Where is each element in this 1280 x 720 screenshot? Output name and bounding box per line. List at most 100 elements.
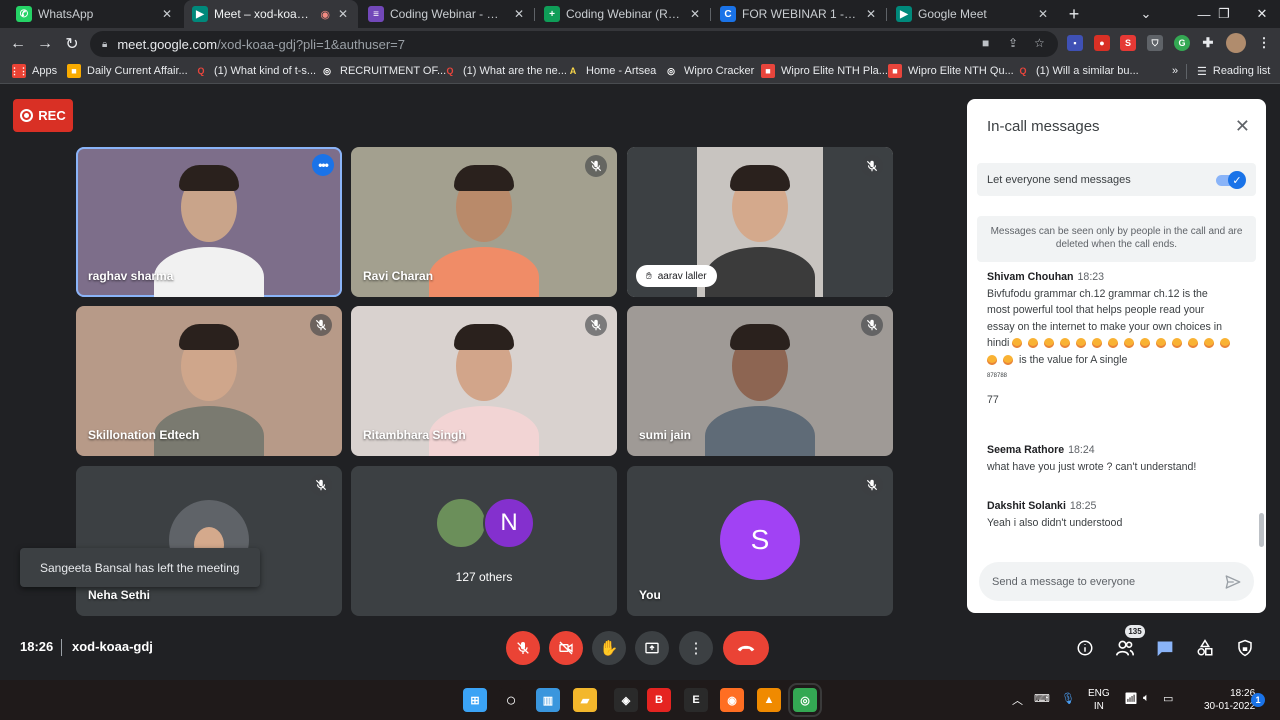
address-bar[interactable]: 🔒︎ meet.google.com/xod-koaa-gdj?pli=1&au… [90,31,1058,57]
bookmark-item[interactable]: Q (1) Will a similar bu... [1016,63,1138,79]
bookmark-item[interactable]: A Home - Artsea [566,63,657,79]
back-button[interactable]: ← [6,32,30,56]
close-tab-icon[interactable]: ✕ [688,7,702,21]
firefox-icon[interactable]: ◉ [720,688,744,712]
clock-date: 30-01-2022 [1204,701,1256,712]
grammarly-icon[interactable]: G [1174,35,1190,51]
host-controls-button[interactable] [1233,636,1257,660]
windows-start-icon[interactable]: ⊞ [463,688,487,712]
google-forms-icon: ≡ [368,6,384,22]
bookmark-item[interactable]: ■ Wipro Elite NTH Pla... [761,63,888,79]
participant-tile[interactable]: ••• raghav sharma [76,147,342,297]
activities-button[interactable] [1193,636,1217,660]
browser-tab[interactable]: ✆ WhatsApp ✕ [8,0,182,28]
emoji-icon [1204,338,1215,349]
extension-icon[interactable]: ● [1094,35,1110,51]
battery-icon[interactable]: ▭ [1163,692,1173,705]
google-sheets-icon: + [544,6,560,22]
predator-sense-icon[interactable]: ◈ [614,688,638,712]
new-tab-button[interactable]: + [1056,0,1092,28]
meeting-time: 18:26 [20,639,54,654]
present-now-button[interactable] [635,631,669,665]
send-icon[interactable] [1224,573,1242,591]
participant-tile[interactable]: ✋︎ aarav laller [627,147,893,297]
more-options-button[interactable]: ⋮ [679,631,713,665]
shield-extension-icon[interactable]: ⛉ [1147,35,1163,51]
extension-icon[interactable]: S [1120,35,1136,51]
bookmark-item[interactable]: Q (1) What kind of t-s... [194,63,316,79]
message-input[interactable]: Send a message to everyone [979,562,1254,601]
people-button[interactable] [1113,636,1137,660]
browser-menu-icon[interactable]: ⋮ [1256,35,1272,51]
tab-search-icon[interactable]: ⌄ [1128,0,1164,28]
bookmark-item[interactable]: ⋮⋮ Apps [10,63,57,79]
participant-tile[interactable]: N 127 others [351,466,617,616]
check-icon: ✓ [1228,171,1246,189]
close-tab-icon[interactable]: ✕ [512,7,526,21]
participant-tile[interactable]: S You [627,466,893,616]
participant-tile[interactable]: sumi jain [627,306,893,456]
participant-tile[interactable]: Ritambhara Singh [351,306,617,456]
more-bookmarks-button[interactable]: » [1172,63,1178,79]
participant-tile[interactable]: Neha Sethi [76,466,342,616]
participant-tile[interactable]: Skillonation Edtech [76,306,342,456]
bookmark-item[interactable]: Q (1) What are the ne... [443,63,566,79]
wifi-icon[interactable]: 📶︎ [1124,692,1138,705]
chat-button[interactable] [1153,636,1177,660]
message-sender: Shivam Chouhan [987,271,1074,283]
file-explorer-icon[interactable]: ▰ [573,688,597,712]
bookmark-item[interactable]: ◎ RECRUITMENT OF... [320,63,446,79]
leave-call-button[interactable] [723,631,769,665]
raise-hand-button[interactable]: ✋ [592,631,626,665]
chat-scrollbar[interactable] [1259,513,1264,547]
vlc-icon[interactable]: ▲ [757,688,781,712]
bookmark-item[interactable]: ■ Wipro Elite NTH Qu... [888,63,1014,79]
task-view-icon[interactable]: ▥ [536,688,560,712]
reload-button[interactable]: ↻ [60,32,84,56]
bookmark-item[interactable]: ◎ Wipro Cracker [664,63,754,79]
microphone-toggle-button[interactable] [506,631,540,665]
search-icon[interactable]: ○ [499,688,523,712]
profile-avatar[interactable] [1226,33,1246,53]
meeting-code: xod-koaa-gdj [72,639,153,654]
browser-tab[interactable]: C FOR WEBINAR 1 - Presenta ✕ [712,0,886,28]
notification-count-icon[interactable]: 1 [1251,693,1265,707]
close-tab-icon[interactable]: ✕ [1036,7,1050,21]
bookmark-star-icon[interactable]: ☆ [1034,36,1045,50]
extension-icon[interactable]: ▪ [1067,35,1083,51]
reading-list-button[interactable]: ☰ Reading list [1197,63,1270,79]
send-messages-toggle[interactable]: ✓ [1216,171,1246,189]
more-options-icon[interactable]: ••• [312,154,334,176]
close-window-icon[interactable]: ✕ [1244,0,1280,28]
camera-blocked-icon[interactable]: ■ [982,36,989,50]
keyboard-icon[interactable]: ⌨ [1034,692,1050,705]
call-end-icon [737,645,755,652]
system-clock[interactable]: 18:26 30-01-2022 [1204,687,1255,713]
close-tab-icon[interactable]: ✕ [864,7,878,21]
close-tab-icon[interactable]: ✕ [160,7,174,21]
people-icon [1116,640,1134,656]
close-icon[interactable]: ✕ [1235,116,1250,137]
extensions-puzzle-icon[interactable]: ✚ [1200,35,1216,51]
browser-tab[interactable]: + Coding Webinar (Response ✕ [536,0,710,28]
bookmark-label: Wipro Cracker [684,65,755,77]
volume-icon[interactable]: 🔈︎ [1143,692,1150,705]
chat-message: Dakshit Solanki 18:25 Yeah i also didn't … [987,498,1247,531]
browser-tab[interactable]: ▶ Meet – xod-koaa-gdj ◉ ✕ [184,0,358,28]
browser-tab[interactable]: ▶ Google Meet ✕ [888,0,1058,28]
epic-games-icon[interactable]: E [684,688,708,712]
language-indicator[interactable]: ENG IN [1088,687,1110,713]
browser-tab[interactable]: ≡ Coding Webinar - Google F ✕ [360,0,534,28]
chrome-icon[interactable]: ◎ [788,683,822,717]
participant-tile[interactable]: Ravi Charan [351,147,617,297]
bookmark-item[interactable]: ■ Daily Current Affair... [67,63,188,79]
share-icon[interactable]: ⇪ [1008,36,1018,50]
microphone-tray-icon[interactable]: 🎙︎ [1061,692,1075,705]
close-tab-icon[interactable]: ✕ [336,7,350,21]
meeting-details-button[interactable] [1073,636,1097,660]
camera-toggle-button[interactable] [549,631,583,665]
tray-chevron-icon[interactable]: ︿ [1012,692,1023,708]
forward-button[interactable]: → [33,32,57,56]
bitdefender-icon[interactable]: B [647,688,671,712]
restore-icon[interactable]: ❐ [1206,0,1242,28]
